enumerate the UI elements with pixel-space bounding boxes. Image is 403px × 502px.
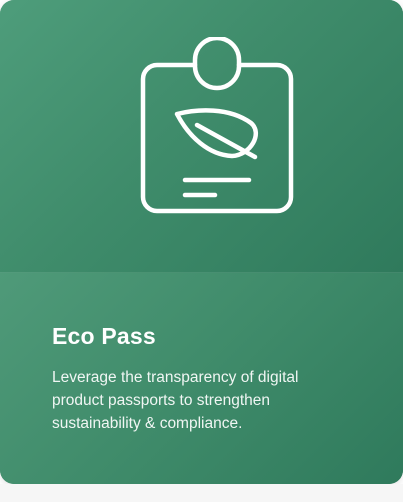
eco-pass-card[interactable]: Eco Pass Leverage the transparency of di… [0, 0, 403, 484]
badge-leaf-icon [137, 35, 297, 227]
card-title: Eco Pass [52, 323, 156, 349]
page-background-bottom [0, 484, 403, 502]
card-description: Leverage the transparency of digital pro… [52, 369, 299, 432]
